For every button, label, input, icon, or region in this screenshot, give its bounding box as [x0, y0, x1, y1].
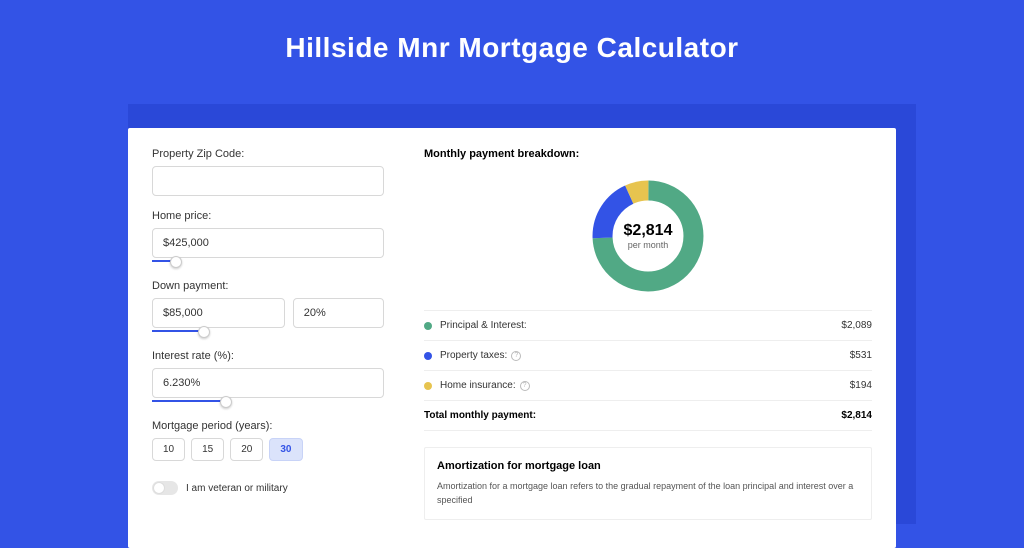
period-block: Mortgage period (years): 10 15 20 30 — [152, 420, 384, 461]
legend-row-insurance: Home insurance: ? $194 — [424, 371, 872, 401]
info-icon[interactable]: ? — [511, 351, 521, 361]
period-btn-15[interactable]: 15 — [191, 438, 224, 461]
legend-section: Principal & Interest: $2,089 Property ta… — [424, 310, 872, 431]
period-btn-20[interactable]: 20 — [230, 438, 263, 461]
veteran-toggle[interactable] — [152, 481, 178, 495]
period-btn-30[interactable]: 30 — [269, 438, 302, 461]
period-btn-10[interactable]: 10 — [152, 438, 185, 461]
info-icon[interactable]: ? — [520, 381, 530, 391]
interest-input[interactable] — [152, 368, 384, 398]
legend-row-taxes: Property taxes: ? $531 — [424, 341, 872, 371]
donut-wrap: $2,814 per month — [424, 170, 872, 310]
donut-center: $2,814 per month — [588, 176, 708, 296]
zip-input[interactable] — [152, 166, 384, 196]
legend-label: Home insurance: ? — [440, 380, 850, 391]
down-payment-block: Down payment: — [152, 280, 384, 336]
legend-dot-icon — [424, 352, 432, 360]
home-price-slider[interactable] — [152, 256, 384, 266]
legend-dot-icon — [424, 322, 432, 330]
veteran-toggle-row: I am veteran or military — [152, 481, 384, 495]
home-price-input[interactable] — [152, 228, 384, 258]
down-payment-pct-input[interactable] — [293, 298, 384, 328]
legend-label: Principal & Interest: — [440, 320, 841, 331]
down-payment-amount-input[interactable] — [152, 298, 285, 328]
zip-field-block: Property Zip Code: — [152, 148, 384, 196]
amortization-box: Amortization for mortgage loan Amortizat… — [424, 447, 872, 520]
home-price-block: Home price: — [152, 210, 384, 266]
period-label: Mortgage period (years): — [152, 420, 384, 432]
total-label: Total monthly payment: — [424, 410, 841, 421]
legend-value: $194 — [850, 380, 872, 391]
slider-thumb[interactable] — [170, 256, 182, 268]
legend-label: Property taxes: ? — [440, 350, 850, 361]
amortization-text: Amortization for a mortgage loan refers … — [437, 480, 859, 507]
total-value: $2,814 — [841, 410, 872, 421]
down-payment-label: Down payment: — [152, 280, 384, 292]
slider-thumb[interactable] — [220, 396, 232, 408]
amortization-title: Amortization for mortgage loan — [437, 460, 859, 472]
breakdown-header: Monthly payment breakdown: — [424, 148, 872, 160]
down-payment-slider[interactable] — [152, 326, 384, 336]
interest-label: Interest rate (%): — [152, 350, 384, 362]
page-title: Hillside Mnr Mortgage Calculator — [0, 0, 1024, 88]
veteran-label: I am veteran or military — [186, 483, 288, 494]
legend-row-total: Total monthly payment: $2,814 — [424, 401, 872, 431]
donut-sub: per month — [628, 240, 669, 250]
home-price-label: Home price: — [152, 210, 384, 222]
toggle-knob — [153, 482, 165, 494]
legend-dot-icon — [424, 382, 432, 390]
donut-amount: $2,814 — [624, 222, 673, 240]
payment-donut-chart: $2,814 per month — [588, 176, 708, 296]
zip-label: Property Zip Code: — [152, 148, 384, 160]
breakdown-column: Monthly payment breakdown: $2,814 per mo… — [408, 128, 896, 548]
form-column: Property Zip Code: Home price: Down paym… — [128, 128, 408, 548]
calculator-card: Property Zip Code: Home price: Down paym… — [128, 128, 896, 548]
slider-thumb[interactable] — [198, 326, 210, 338]
legend-value: $531 — [850, 350, 872, 361]
period-buttons: 10 15 20 30 — [152, 438, 384, 461]
legend-row-principal: Principal & Interest: $2,089 — [424, 311, 872, 341]
interest-block: Interest rate (%): — [152, 350, 384, 406]
legend-value: $2,089 — [841, 320, 872, 331]
interest-slider[interactable] — [152, 396, 384, 406]
